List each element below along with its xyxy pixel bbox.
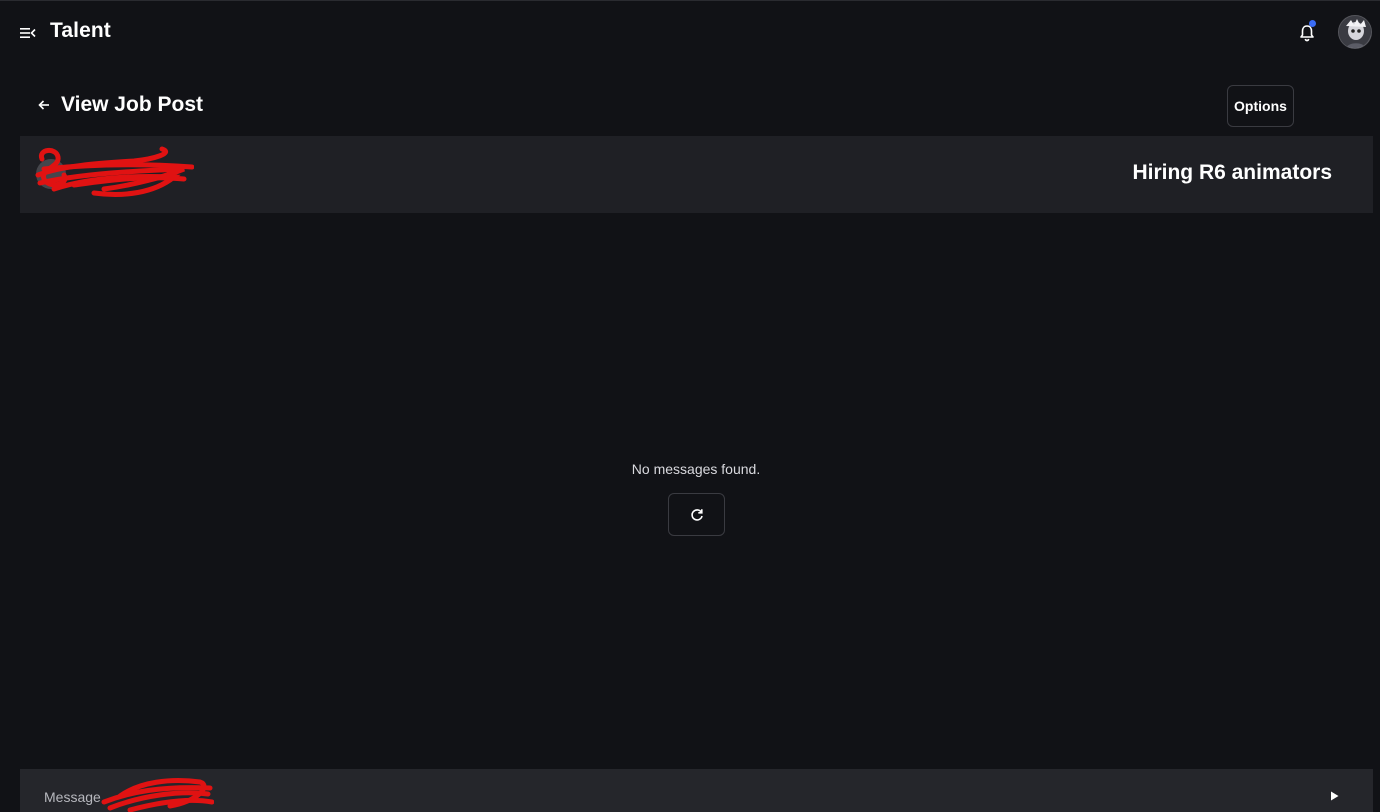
send-button[interactable]: [1323, 785, 1345, 807]
notifications-button[interactable]: [1297, 20, 1317, 43]
job-post-title: Hiring R6 animators: [1132, 161, 1332, 184]
page-title: View Job Post: [61, 93, 203, 116]
send-icon: [1331, 791, 1339, 801]
user-avatar[interactable]: [1338, 15, 1372, 49]
empty-messages-text: No messages found.: [631, 461, 761, 477]
refresh-icon: [690, 508, 703, 521]
menu-collapse-icon[interactable]: [19, 25, 37, 41]
options-button[interactable]: Options: [1227, 85, 1294, 127]
top-bar: Talent: [0, 0, 1380, 62]
back-button[interactable]: [34, 95, 54, 115]
app-title: Talent: [50, 19, 111, 42]
refresh-button[interactable]: [668, 493, 725, 536]
arrow-left-icon: [38, 100, 49, 110]
poster-info-redacted[interactable]: [34, 145, 194, 203]
redaction-scribble: [35, 146, 194, 197]
job-post-header: Hiring R6 animators: [20, 136, 1373, 213]
message-input[interactable]: [20, 769, 1310, 812]
notification-dot: [1309, 20, 1316, 27]
message-composer: [20, 769, 1373, 812]
